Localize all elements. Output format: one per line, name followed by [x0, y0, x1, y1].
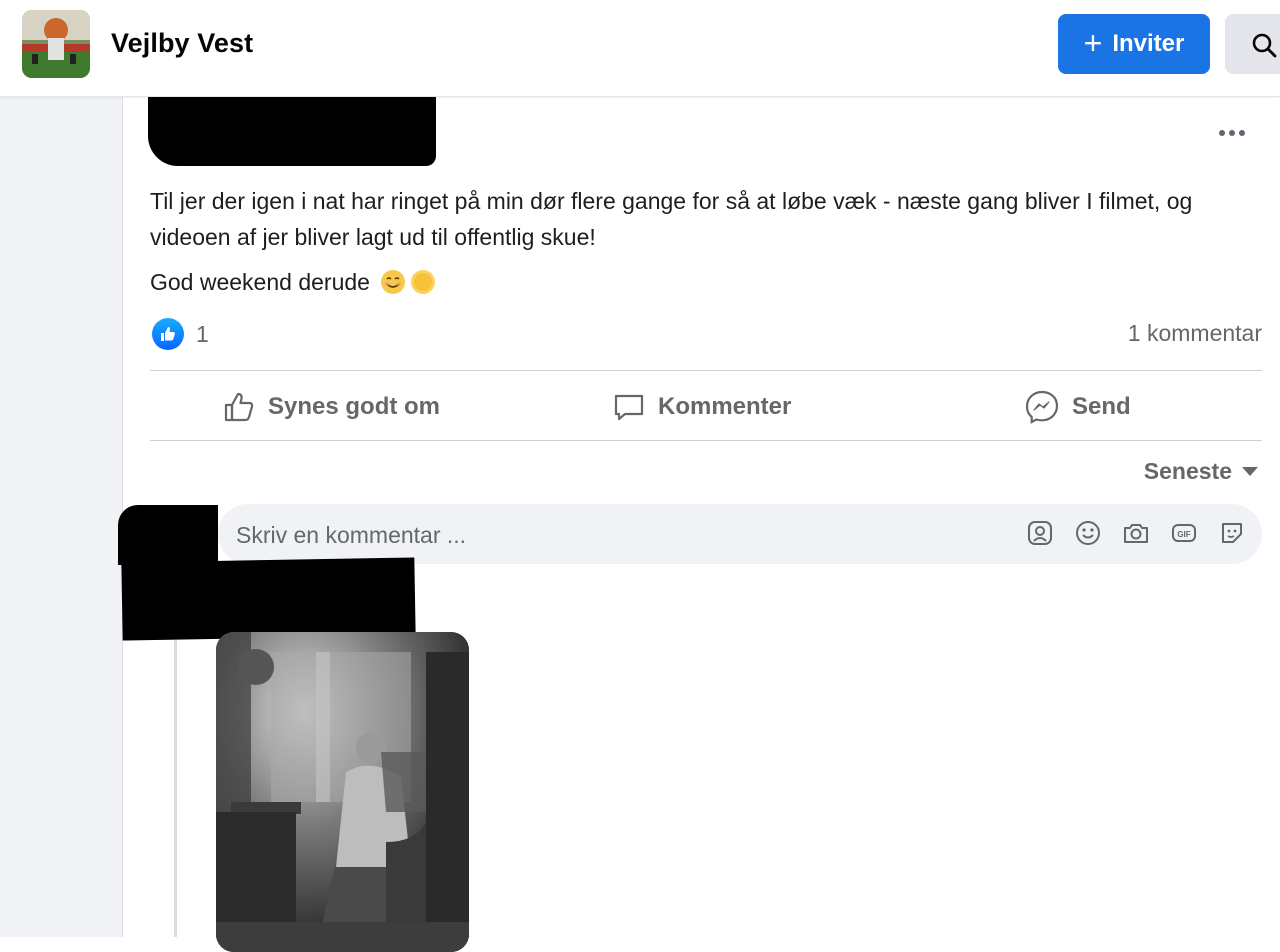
left-gutter — [0, 96, 123, 937]
comment-input[interactable]: Skriv en kommentar ... GIF — [218, 504, 1262, 564]
comment-button[interactable]: Kommenter — [612, 386, 791, 428]
like-button-label: Synes godt om — [268, 393, 441, 420]
more-options-button[interactable] — [1212, 124, 1252, 142]
comment-input-tools: GIF — [1026, 519, 1246, 547]
comment-sort-dropdown[interactable]: Seneste — [1144, 458, 1258, 485]
group-name[interactable]: Vejlby Vest — [111, 28, 253, 59]
caret-down-icon — [1242, 467, 1258, 476]
smiling-face-icon — [380, 269, 406, 295]
thumbs-up-icon — [224, 392, 254, 422]
send-button-label: Send — [1072, 393, 1131, 420]
svg-text:GIF: GIF — [1177, 530, 1190, 539]
post-greeting-text: God weekend derude — [150, 269, 370, 295]
comment-thread-line — [174, 640, 177, 937]
divider-top — [150, 370, 1262, 371]
redacted-composer-avatar — [118, 505, 218, 565]
camera-icon[interactable] — [1122, 519, 1150, 547]
group-cover-thumbnail[interactable] — [22, 10, 90, 78]
sun-icon — [410, 269, 436, 295]
gif-icon[interactable]: GIF — [1170, 519, 1198, 547]
like-button[interactable]: Synes godt om — [222, 386, 440, 428]
like-reaction-icon — [152, 318, 184, 350]
invite-button[interactable]: + Inviter — [1058, 14, 1210, 74]
search-icon — [1252, 33, 1277, 58]
comment-image[interactable] — [216, 632, 469, 952]
plus-icon: + — [1083, 24, 1103, 61]
reaction-summary[interactable]: 1 — [152, 318, 209, 350]
redacted-comment-author — [121, 557, 416, 641]
comment-count[interactable]: 1 kommentar — [1128, 320, 1262, 347]
post-text: Til jer der igen i nat har ringet på min… — [150, 188, 1193, 250]
redacted-author — [148, 86, 436, 166]
comment-input-placeholder: Skriv en kommentar ... — [236, 522, 467, 548]
divider-bottom — [150, 440, 1262, 441]
group-header: Vejlby Vest + Inviter — [0, 0, 1280, 97]
comment-button-label: Kommenter — [658, 393, 792, 420]
send-button[interactable]: Send — [1024, 386, 1131, 428]
avatar-sticker-icon[interactable] — [1026, 519, 1054, 547]
post-text-greeting: God weekend derude — [150, 264, 436, 300]
search-button[interactable] — [1225, 14, 1280, 74]
sticker-icon[interactable] — [1218, 519, 1246, 547]
messenger-icon — [1025, 390, 1059, 424]
comment-bubble-icon — [614, 394, 644, 421]
comment-sort-label: Seneste — [1143, 458, 1232, 484]
invite-button-label: Inviter — [1112, 30, 1185, 57]
emoji-icon[interactable] — [1074, 519, 1102, 547]
like-count: 1 — [196, 320, 209, 347]
